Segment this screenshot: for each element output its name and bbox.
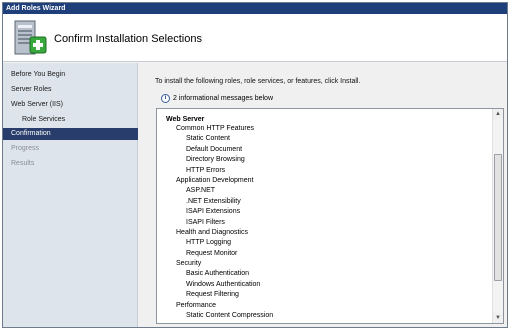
scroll-down-arrow-icon[interactable]: ▼ [493, 313, 503, 323]
list-item: Performance [176, 302, 217, 309]
list-item: Directory Browsing [186, 156, 245, 163]
selections-list-content: Web Server Common HTTP Features Static C… [157, 109, 493, 323]
scroll-up-arrow-icon[interactable]: ▲ [493, 109, 503, 119]
list-item: Request Monitor [186, 250, 238, 257]
list-item: HTTP Logging [186, 239, 232, 246]
wizard-header: Confirm Installation Selections [3, 14, 507, 62]
list-item: Static Content Compression [186, 312, 274, 319]
info-icon: i [161, 94, 170, 103]
page-title: Confirm Installation Selections [54, 33, 202, 45]
scrollbar-thumb[interactable] [494, 154, 502, 281]
wizard-window: Add Roles Wizard Confirm Installation Se… [2, 2, 508, 328]
intro-text: To install the following roles, role ser… [155, 78, 361, 85]
sidebar-item-before-you-begin[interactable]: Before You Begin [3, 69, 138, 81]
list-item: HTTP Errors [186, 167, 226, 174]
list-item: ASP.NET [186, 187, 216, 194]
list-item: ISAPI Extensions [186, 208, 241, 215]
list-item: Application Development [176, 177, 254, 184]
sidebar-item-progress: Progress [11, 145, 40, 152]
info-message: 2 informational messages below [173, 95, 273, 102]
sidebar-item-results: Results [11, 160, 35, 167]
info-message-row: i2 informational messages below [161, 93, 273, 104]
server-add-roles-icon [14, 20, 47, 55]
window-title-bar: Add Roles Wizard [3, 3, 507, 14]
list-item: Static Content [186, 135, 230, 142]
confirmation-panel: To install the following roles, role ser… [139, 63, 507, 327]
list-item: Health and Diagnostics [176, 229, 248, 236]
clipped-line-top [195, 108, 219, 109]
vertical-scrollbar[interactable]: ▲ ▼ [492, 109, 503, 323]
selections-list[interactable]: Web Server Common HTTP Features Static C… [156, 108, 504, 324]
wizard-steps-sidebar: Before You Begin Server Roles Web Server… [3, 63, 138, 327]
list-item: Request Filtering [186, 291, 239, 298]
sidebar-item-server-roles[interactable]: Server Roles [3, 84, 138, 96]
list-item: .NET Extensibility [186, 198, 241, 205]
list-item: Default Document [186, 146, 243, 153]
sidebar-item-role-services[interactable]: Role Services [3, 114, 138, 126]
sidebar-item-confirmation[interactable]: Confirmation [3, 128, 138, 140]
list-item: ISAPI Filters [186, 219, 225, 226]
list-item: Basic Authentication [186, 270, 250, 277]
list-item: Common HTTP Features [176, 125, 255, 132]
list-item: Windows Authentication [186, 281, 261, 288]
list-item: Security [176, 260, 202, 267]
sidebar-item-web-server-iis[interactable]: Web Server (IIS) [3, 99, 138, 111]
